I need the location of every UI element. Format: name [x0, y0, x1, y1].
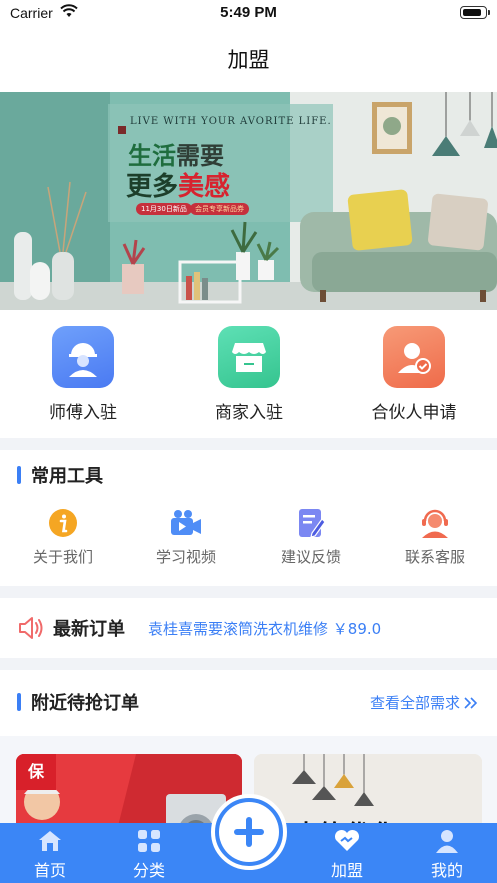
- tab-join[interactable]: 加盟: [307, 827, 387, 881]
- latest-order-ticker[interactable]: 最新订单 袁桂喜需要滚筒洗衣机维修 ￥89.0: [0, 598, 497, 658]
- tools-title: 常用工具: [31, 466, 103, 487]
- banner-english-slogan: LIVE WITH YOUR AVORITE LIFE.: [130, 116, 332, 127]
- plus-icon: [234, 817, 264, 847]
- join-worker-label: 师傅入驻: [49, 403, 117, 423]
- battery-icon: [460, 6, 490, 19]
- tools-header: 常用工具: [17, 464, 103, 487]
- fab-inner: [219, 802, 279, 862]
- promo-banner[interactable]: LIVE WITH YOUR AVORITE LIFE. 生活需要 更多美感 1…: [0, 92, 497, 310]
- feedback-icon: [256, 506, 366, 540]
- speaker-icon: [19, 617, 43, 639]
- banner-tag-date: 11月30日新品: [136, 203, 192, 215]
- shop-icon: [218, 326, 280, 388]
- tab-home[interactable]: 首页: [10, 827, 90, 881]
- banner-headline-2b: 美感: [178, 172, 231, 202]
- video-icon: [131, 506, 241, 540]
- handshake-icon: [307, 827, 387, 855]
- worker-icon: [52, 326, 114, 388]
- app-screen: Carrier 5:49 PM 加盟 LIVE WITH YOUR AVORIT…: [0, 0, 497, 883]
- banner-tag-coupon: 会员专享新品券: [190, 203, 249, 215]
- see-all-label: 查看全部需求: [369, 694, 460, 712]
- status-bar: Carrier 5:49 PM: [0, 0, 497, 26]
- tab-home-label: 首页: [33, 861, 66, 880]
- section-accent-bar: [17, 693, 21, 711]
- banner-headline-2a: 更多: [126, 172, 179, 202]
- tool-about-us[interactable]: 关于我们: [8, 506, 118, 567]
- home-icon: [10, 827, 90, 855]
- tools-section: 常用工具 关于我们 学习视频 建议反馈 联系客服: [0, 450, 497, 586]
- latest-order-text: 袁桂喜需要滚筒洗衣机维修 ￥89.0: [148, 620, 382, 638]
- banner-headline-2: 更多美感: [126, 166, 230, 203]
- see-all-demands-link[interactable]: 查看全部需求: [370, 692, 479, 713]
- category-icon: [109, 827, 189, 855]
- join-entries: 师傅入驻 商家入驻 合伙人申请: [0, 310, 497, 438]
- tab-mine-label: 我的: [430, 861, 463, 880]
- double-chevron-right-icon: [464, 696, 478, 709]
- join-worker-button[interactable]: 师傅入驻: [13, 326, 153, 423]
- tab-join-label: 加盟: [330, 861, 363, 880]
- nav-bar: 加盟: [0, 26, 497, 92]
- tab-category-label: 分类: [132, 861, 165, 880]
- join-partner-button[interactable]: 合伙人申请: [344, 326, 484, 423]
- join-merchant-label: 商家入驻: [215, 403, 283, 423]
- tool-feedback[interactable]: 建议反馈: [256, 506, 366, 567]
- tool-learning-video[interactable]: 学习视频: [131, 506, 241, 567]
- nearby-title: 附近待抢订单: [31, 693, 139, 714]
- tool-feedback-label: 建议反馈: [280, 548, 341, 566]
- guarantee-badge: 保: [16, 754, 56, 790]
- status-time: 5:49 PM: [220, 4, 277, 21]
- tool-customer-service[interactable]: 联系客服: [380, 506, 490, 567]
- tool-about-label: 关于我们: [32, 548, 93, 566]
- latest-order-title: 最新订单: [53, 619, 125, 640]
- tool-video-label: 学习视频: [155, 548, 216, 566]
- publish-plus-button[interactable]: [211, 794, 287, 870]
- info-icon: [8, 506, 118, 540]
- page-title: 加盟: [227, 48, 270, 72]
- join-merchant-button[interactable]: 商家入驻: [179, 326, 319, 423]
- profile-icon: [407, 827, 487, 855]
- join-partner-label: 合伙人申请: [371, 403, 457, 423]
- partner-icon: [383, 326, 445, 388]
- nearby-header: 附近待抢订单: [17, 691, 139, 714]
- tab-mine[interactable]: 我的: [407, 827, 487, 881]
- customer-service-icon: [380, 506, 490, 540]
- battery-fill: [462, 8, 482, 16]
- section-accent-bar: [17, 466, 21, 484]
- tool-service-label: 联系客服: [404, 548, 465, 566]
- tab-category[interactable]: 分类: [109, 827, 189, 881]
